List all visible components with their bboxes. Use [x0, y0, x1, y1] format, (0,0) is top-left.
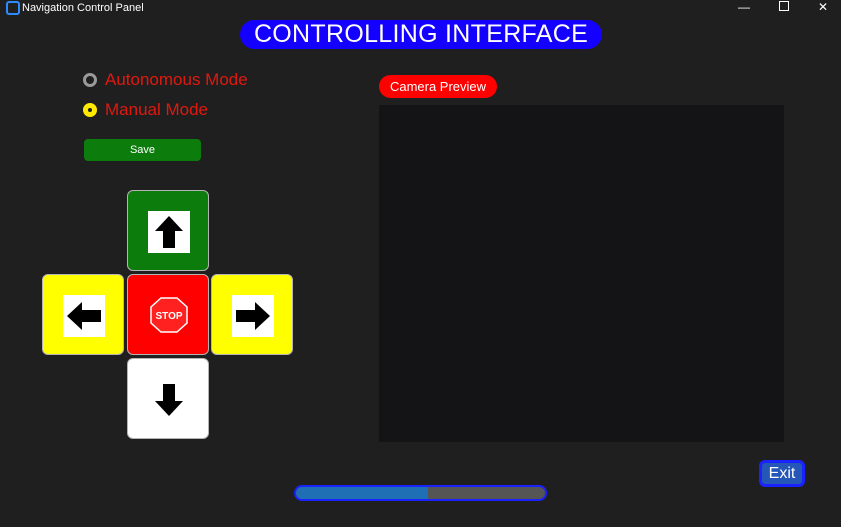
minimize-button[interactable]: — [724, 0, 764, 16]
backward-button[interactable] [127, 358, 209, 439]
arrow-right-icon [232, 295, 274, 337]
camera-preview-view [379, 105, 784, 442]
radio-label-manual: Manual Mode [105, 100, 209, 119]
turn-right-button[interactable] [211, 274, 293, 355]
close-button[interactable]: ✕ [803, 0, 841, 16]
turn-left-button[interactable] [42, 274, 124, 355]
arrow-left-icon [63, 295, 105, 337]
radio-autonomous-mode[interactable]: Autonomous Mode [83, 69, 248, 91]
radio-label-autonomous: Autonomous Mode [105, 70, 248, 89]
maximize-icon [779, 1, 789, 11]
save-button[interactable]: Save [84, 139, 201, 161]
radio-manual-mode[interactable]: Manual Mode [83, 99, 208, 121]
app-icon [6, 1, 20, 15]
progress-bar-fill [296, 487, 428, 499]
maximize-button[interactable] [764, 0, 804, 16]
radio-button-selected[interactable] [83, 103, 97, 117]
exit-button[interactable]: Exit [759, 460, 805, 487]
radio-button-unselected[interactable] [83, 73, 97, 87]
window-titlebar: Navigation Control Panel — ✕ [0, 0, 841, 16]
stop-sign-icon: STOP [150, 297, 188, 333]
window-title: Navigation Control Panel [22, 2, 144, 14]
forward-button[interactable] [127, 190, 209, 271]
stop-button[interactable]: STOP [127, 274, 209, 355]
arrow-down-icon [148, 379, 190, 421]
stop-sign-text: STOP [155, 311, 182, 322]
progress-bar [294, 485, 547, 501]
camera-preview-label: Camera Preview [379, 75, 497, 98]
arrow-up-icon [148, 211, 190, 253]
page-title: CONTROLLING INTERFACE [240, 20, 602, 49]
